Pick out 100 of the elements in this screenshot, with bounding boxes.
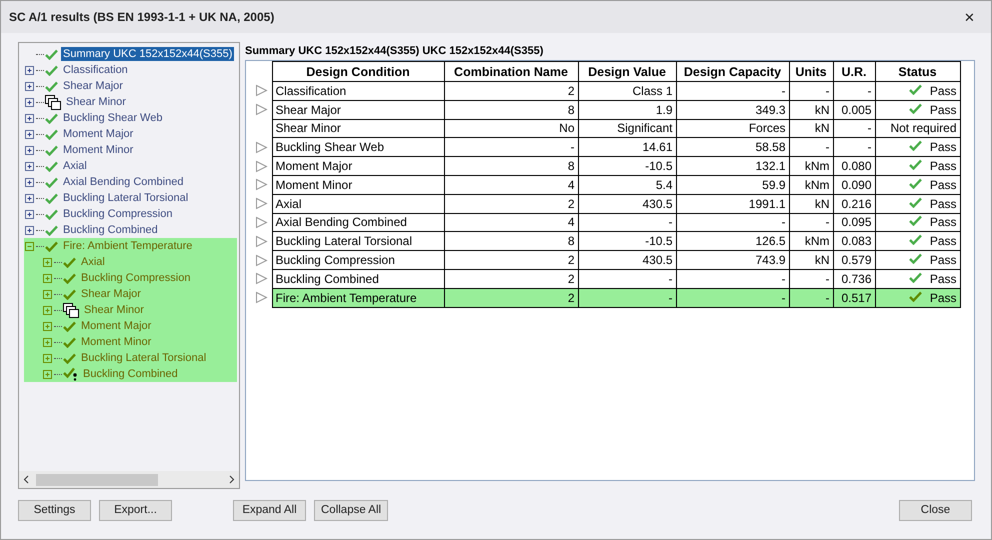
table-cell: -10.5 — [578, 156, 676, 176]
row-arrow-icon[interactable] — [255, 234, 268, 248]
row-arrow-icon[interactable] — [255, 178, 268, 192]
tree-item[interactable]: Buckling Compression — [79, 271, 192, 285]
tree-item[interactable]: Moment Major — [61, 127, 136, 141]
check-icon — [45, 208, 58, 220]
table-cell: Pass — [875, 232, 960, 251]
table-cell: Buckling Shear Web — [272, 138, 444, 157]
footer-button[interactable]: Expand All — [233, 500, 306, 520]
row-arrow-icon[interactable] — [255, 216, 268, 229]
tree-item[interactable]: Buckling Lateral Torsional — [79, 351, 208, 365]
tree-item[interactable]: Shear Minor — [82, 303, 146, 317]
close-dialog-button[interactable]: Close — [899, 500, 972, 520]
tree-item[interactable]: Moment Minor — [79, 335, 154, 349]
footer-button[interactable]: Export... — [99, 500, 172, 520]
expand-icon[interactable] — [24, 80, 35, 92]
table-cell: 0.090 — [833, 175, 875, 194]
check-icon — [63, 336, 76, 348]
table-cell: 0.095 — [833, 213, 875, 232]
row-arrow-icon[interactable] — [255, 103, 268, 116]
check-icon — [908, 102, 922, 114]
close-button[interactable]: ✕ — [956, 10, 983, 24]
expand-icon[interactable] — [24, 192, 35, 204]
expand-icon[interactable] — [24, 224, 35, 236]
table-cell: 2 — [444, 288, 578, 308]
tree-item[interactable]: Summary UKC 152x152x44(S355) — [61, 47, 234, 61]
row-arrow-icon[interactable] — [255, 84, 268, 98]
scroll-right-icon[interactable] — [228, 475, 235, 484]
windows-icon — [63, 302, 79, 318]
check-icon — [908, 178, 922, 189]
table-cell: 0.005 — [833, 100, 875, 120]
table-cell: Buckling Combined — [272, 269, 444, 288]
tree-item[interactable]: Buckling Shear Web — [61, 111, 164, 125]
table-cell: Pass — [875, 194, 960, 214]
table-cell: - — [578, 269, 676, 288]
row-arrow-icon[interactable] — [255, 140, 268, 154]
table-cell: Shear Minor — [272, 119, 444, 138]
expand-icon[interactable] — [24, 176, 35, 188]
table-cell: Pass — [875, 100, 960, 120]
expand-icon[interactable] — [24, 144, 35, 156]
tree-item[interactable]: Buckling Compression — [61, 207, 174, 221]
collapse-icon[interactable] — [24, 240, 35, 252]
tree-item[interactable]: Buckling Combined — [81, 367, 180, 381]
check-icon — [63, 288, 76, 300]
table-cell: 349.3 — [676, 100, 789, 120]
table-cell: Axial — [272, 194, 444, 214]
check-icon — [908, 290, 922, 302]
check-icon — [63, 352, 76, 364]
table-cell: kNm — [789, 156, 833, 176]
expand-icon[interactable] — [24, 112, 35, 124]
scroll-left-icon[interactable] — [23, 475, 30, 484]
table-cell: 1.9 — [578, 100, 676, 120]
row-arrow-icon[interactable] — [255, 197, 268, 210]
table-cell: - — [789, 213, 833, 232]
table-cell: - — [833, 119, 875, 138]
table-cell: Pass — [875, 138, 960, 157]
table-cell: Axial Bending Combined — [272, 213, 444, 232]
tree-item[interactable]: Axial — [61, 159, 89, 173]
tree-item[interactable]: Shear Major — [79, 287, 143, 301]
table-cell: Moment Major — [272, 156, 444, 176]
footer-button[interactable]: Settings — [18, 500, 91, 520]
tree-item[interactable]: Moment Major — [79, 319, 154, 333]
horizontal-scrollbar[interactable] — [19, 471, 239, 488]
table-cell: 0.080 — [833, 156, 875, 176]
table-cell: 0.579 — [833, 250, 875, 270]
tree-item[interactable]: Buckling Combined — [61, 223, 160, 237]
table-cell: 0.216 — [833, 194, 875, 214]
header-cell: Design Capacity — [676, 62, 789, 82]
expand-icon[interactable] — [24, 208, 35, 220]
row-arrow-icon[interactable] — [255, 272, 268, 286]
tree-item[interactable]: Axial Bending Combined — [61, 175, 186, 189]
footer-button[interactable]: Collapse All — [314, 500, 388, 520]
header-cell: Status — [875, 62, 960, 82]
expand-icon[interactable] — [24, 128, 35, 140]
table-cell: 14.61 — [578, 138, 676, 157]
tree-item[interactable]: Shear Minor — [64, 95, 128, 109]
table-cell: Pass — [875, 175, 960, 194]
row-arrow-icon[interactable] — [255, 291, 268, 304]
table-cell: 0.083 — [833, 232, 875, 251]
tree-item[interactable]: Classification — [61, 63, 130, 77]
check-icon — [908, 196, 922, 208]
tree-item[interactable]: Moment Minor — [61, 143, 136, 157]
table-cell: 430.5 — [578, 194, 676, 214]
table-cell: Pass — [875, 156, 960, 176]
tree-item[interactable]: Axial — [79, 255, 107, 269]
row-arrow-icon[interactable] — [255, 254, 268, 267]
check-icon — [45, 64, 58, 76]
tree-item[interactable]: Fire: Ambient Temperature — [61, 239, 194, 253]
expand-icon[interactable] — [24, 64, 35, 76]
table-cell: - — [676, 82, 789, 100]
table-cell: kNm — [789, 175, 833, 194]
check-icon — [908, 215, 922, 226]
check-icon — [908, 84, 922, 95]
tree-item[interactable]: Shear Major — [61, 79, 125, 93]
expand-icon[interactable] — [24, 96, 35, 108]
table-cell: 132.1 — [676, 156, 789, 176]
expand-icon[interactable] — [24, 160, 35, 172]
table-cell: kNm — [789, 232, 833, 251]
tree-item[interactable]: Buckling Lateral Torsional — [61, 191, 190, 205]
row-arrow-icon[interactable] — [255, 160, 268, 173]
